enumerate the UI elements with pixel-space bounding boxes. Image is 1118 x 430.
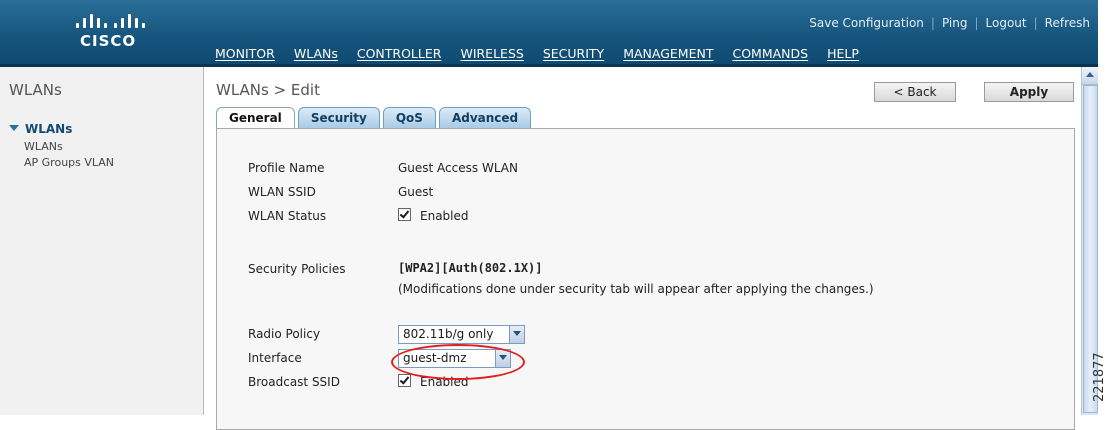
cisco-logo: CISCO [70,14,160,54]
ping-link[interactable]: Ping [942,16,968,30]
sidebar-item-wlans[interactable]: WLANs [24,140,63,153]
ssid-value: Guest [398,185,434,199]
wlan-status-text: Enabled [420,209,469,223]
main-nav: MONITOR WLANs CONTROLLER WIRELESS SECURI… [215,46,878,61]
sidebar-group-wlans[interactable]: WLANs [9,122,72,136]
security-policies-value: [WPA2][Auth(802.1X)] [398,261,543,275]
nav-monitor[interactable]: MONITOR [215,46,275,61]
tab-general[interactable]: General [216,107,295,130]
wlan-status-field: Enabled [398,208,469,223]
scroll-up-arrow-icon[interactable] [1082,67,1099,85]
radio-policy-value: 802.11b/g only [403,327,494,341]
interface-label: Interface [248,351,302,365]
tab-bar: General Security QoS Advanced [216,107,534,130]
nav-commands[interactable]: COMMANDS [732,46,808,61]
cisco-logo-text: CISCO [80,32,137,50]
sidebar-group-label: WLANs [25,122,73,136]
wlan-status-label: WLAN Status [248,209,327,223]
sidebar-title: WLANs [9,81,62,99]
page-title: WLANs > Edit [216,81,320,99]
chevron-down-icon [509,326,524,343]
nav-management[interactable]: MANAGEMENT [623,46,713,61]
figure-number: 221877 [1092,352,1107,402]
profile-name-value: Guest Access WLAN [398,161,518,175]
general-panel: Profile Name Guest Access WLAN WLAN SSID… [216,128,1075,430]
header-bar: CISCO Save Configuration | Ping | Logout | Ref… [0,0,1098,67]
radio-policy-select[interactable]: 802.11b/g only [398,325,525,344]
apply-button[interactable]: Apply [984,82,1074,102]
security-note: (Modifications done under security tab w… [398,282,874,296]
back-button[interactable]: < Back [874,82,956,102]
nav-security[interactable]: SECURITY [543,46,604,61]
highlight-ellipse [391,344,525,380]
sidebar: WLANs WLANs WLANs AP Groups VLAN [0,67,204,415]
cisco-logo-bars [76,14,156,28]
nav-wlans[interactable]: WLANs [294,46,338,61]
profile-name-label: Profile Name [248,161,325,175]
ssid-label: WLAN SSID [248,185,316,199]
tab-qos[interactable]: QoS [382,107,436,128]
expand-triangle-icon [9,125,19,131]
top-links: Save Configuration | Ping | Logout | Refresh [809,16,1090,30]
wlan-status-checkbox[interactable] [398,208,411,221]
logout-link[interactable]: Logout [986,16,1027,30]
nav-wireless[interactable]: WIRELESS [460,46,523,61]
tab-advanced[interactable]: Advanced [438,107,532,128]
radio-policy-label: Radio Policy [248,327,321,341]
sidebar-item-ap-groups-vlan[interactable]: AP Groups VLAN [24,156,114,169]
security-policies-label: Security Policies [248,262,346,276]
broadcast-ssid-label: Broadcast SSID [248,375,340,389]
main-content: WLANs > Edit < Back Apply General Securi… [204,67,1077,430]
nav-help[interactable]: HELP [827,46,859,61]
broadcast-ssid-checkbox[interactable] [398,374,411,387]
nav-controller[interactable]: CONTROLLER [357,46,442,61]
tab-security[interactable]: Security [297,107,380,128]
save-configuration-link[interactable]: Save Configuration [809,16,924,30]
refresh-link[interactable]: Refresh [1045,16,1090,30]
